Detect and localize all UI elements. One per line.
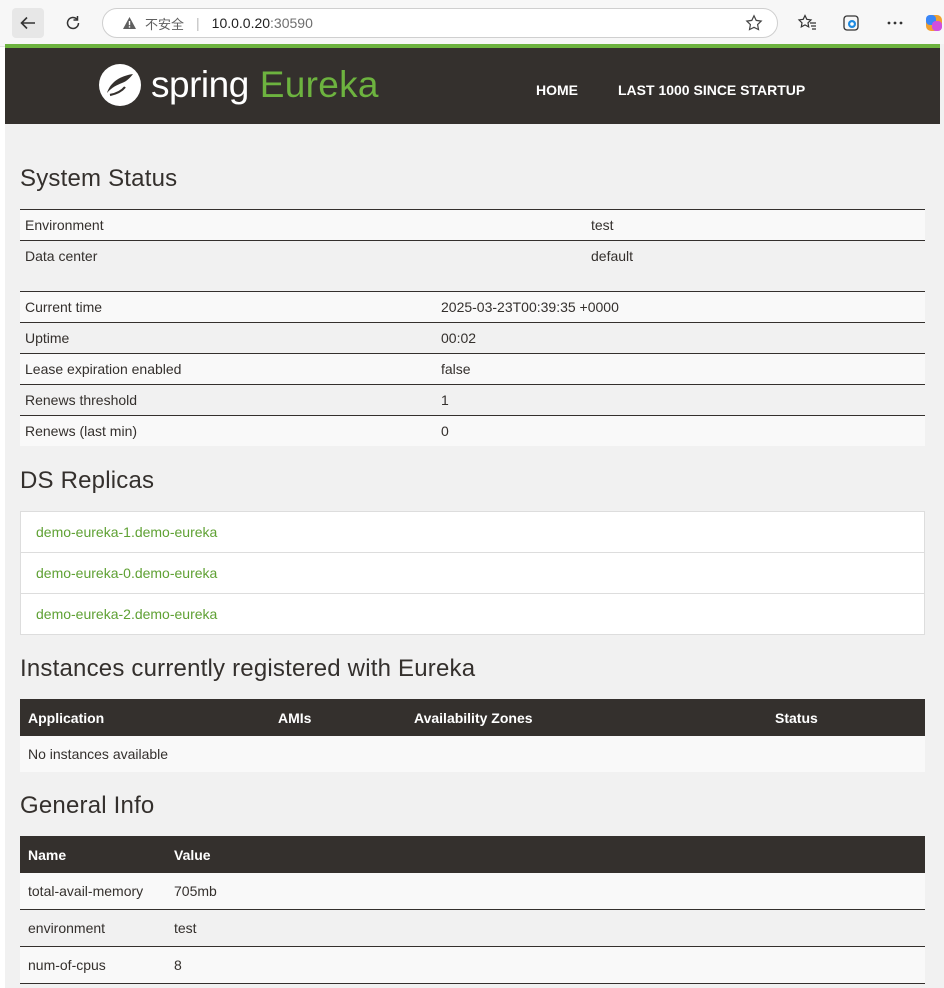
address-port: :30590	[270, 15, 313, 31]
info-value: test	[166, 909, 925, 947]
general-info-title: General Info	[20, 792, 155, 819]
stats-table: Current time 2025-03-23T00:39:35 +0000 U…	[20, 291, 925, 446]
brand-eureka-text: Eureka	[259, 64, 379, 105]
main-content: System Status Environment test Data cent…	[5, 165, 940, 984]
row-value: false	[436, 353, 925, 385]
brand-spring-text: spring	[151, 64, 249, 105]
empty-message: No instances available	[20, 736, 925, 772]
reload-button[interactable]	[57, 8, 89, 38]
address-bar[interactable]: 不安全 | 10.0.0.20 :30590	[102, 8, 778, 38]
row-value: 0	[436, 415, 925, 446]
spring-leaf-icon	[99, 64, 141, 106]
back-button[interactable]	[12, 8, 44, 38]
page-scrollbar[interactable]	[940, 44, 944, 988]
instances-table: Application AMIs Availability Zones Stat…	[20, 699, 925, 772]
general-info-table: Name Value total-avail-memory 705mb envi…	[20, 836, 925, 984]
table-row: Data center default	[20, 240, 925, 271]
eureka-page: spring Eureka HOME LAST 1000 SINCE START…	[5, 44, 940, 988]
system-status-title: System Status	[20, 165, 178, 192]
environment-table: Environment test Data center default	[20, 209, 925, 271]
row-key: Lease expiration enabled	[20, 353, 436, 385]
table-row: Environment test	[20, 209, 925, 241]
row-key: Data center	[20, 240, 586, 271]
copilot-icon[interactable]	[922, 8, 944, 38]
nav-home-link[interactable]: HOME	[536, 82, 578, 98]
row-key: Environment	[20, 209, 586, 241]
instances-title: Instances currently registered with Eure…	[20, 655, 476, 682]
column-header: Name	[20, 836, 166, 873]
nav-last-1000-link[interactable]: LAST 1000 SINCE STARTUP	[618, 82, 805, 98]
info-name: num-of-cpus	[20, 946, 166, 984]
column-header: AMIs	[270, 699, 406, 736]
address-divider: |	[196, 15, 200, 31]
row-key: Renews threshold	[20, 384, 436, 416]
table-row: Lease expiration enabled false	[20, 353, 925, 385]
reload-icon	[66, 16, 80, 30]
replica-link[interactable]: demo-eureka-1.demo-eureka	[21, 512, 924, 552]
row-key: Uptime	[20, 322, 436, 354]
info-name: environment	[20, 909, 166, 947]
favorites-icon[interactable]	[792, 8, 822, 38]
table-header-row: Name Value	[20, 836, 925, 873]
address-host: 10.0.0.20	[211, 15, 271, 31]
column-header: Availability Zones	[406, 699, 767, 736]
row-key: Renews (last min)	[20, 415, 436, 446]
main-nav: HOME LAST 1000 SINCE STARTUP	[536, 82, 805, 98]
browser-toolbar: 不安全 | 10.0.0.20 :30590	[0, 0, 944, 47]
row-value: 2025-03-23T00:39:35 +0000	[436, 291, 925, 323]
insecure-label: 不安全	[145, 17, 185, 33]
info-name: total-avail-memory	[20, 873, 166, 910]
column-header: Value	[166, 836, 925, 873]
column-header: Status	[767, 699, 925, 736]
more-options-icon[interactable]	[880, 8, 910, 38]
row-value: default	[586, 240, 925, 271]
column-header: Application	[20, 699, 270, 736]
replica-link[interactable]: demo-eureka-2.demo-eureka	[21, 593, 924, 634]
ds-replicas-title: DS Replicas	[20, 467, 155, 494]
row-key: Current time	[20, 291, 436, 323]
table-row: No instances available	[20, 736, 925, 772]
warning-icon	[121, 15, 137, 31]
info-value: 705mb	[166, 873, 925, 910]
favorite-star-icon[interactable]	[745, 14, 763, 35]
table-row: total-avail-memory 705mb	[20, 873, 925, 910]
info-value: 8	[166, 946, 925, 984]
arrow-left-icon	[20, 16, 35, 30]
table-row: Renews threshold 1	[20, 384, 925, 416]
replica-link[interactable]: demo-eureka-0.demo-eureka	[21, 552, 924, 593]
table-row: Renews (last min) 0	[20, 415, 925, 446]
table-row: environment test	[20, 909, 925, 947]
table-header-row: Application AMIs Availability Zones Stat…	[20, 699, 925, 736]
row-value: 1	[436, 384, 925, 416]
spring-eureka-logo[interactable]: spring Eureka	[97, 62, 379, 108]
row-value: test	[586, 209, 925, 241]
row-value: 00:02	[436, 322, 925, 354]
top-navbar: spring Eureka HOME LAST 1000 SINCE START…	[5, 48, 940, 124]
table-row: Uptime 00:02	[20, 322, 925, 354]
table-row: num-of-cpus 8	[20, 946, 925, 984]
table-row: Current time 2025-03-23T00:39:35 +0000	[20, 291, 925, 323]
ds-replicas-list: demo-eureka-1.demo-eureka demo-eureka-0.…	[20, 511, 925, 635]
collections-icon[interactable]	[836, 8, 866, 38]
